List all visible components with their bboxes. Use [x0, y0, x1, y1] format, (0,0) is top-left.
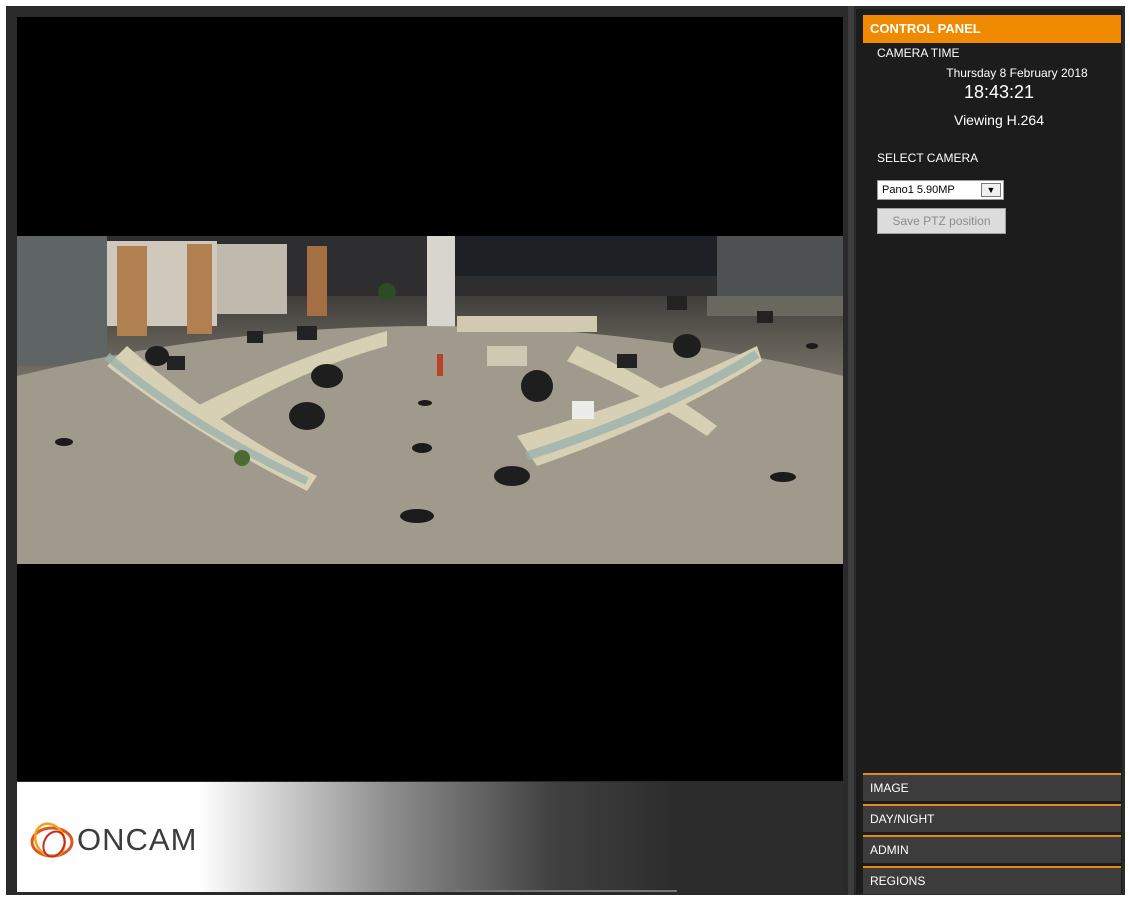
section-regions[interactable]: REGIONS — [863, 866, 1121, 894]
save-ptz-button[interactable]: Save PTZ position — [877, 208, 1006, 234]
panorama-illustration — [17, 236, 843, 564]
section-day-night[interactable]: DAY/NIGHT — [863, 804, 1121, 832]
banner-divider — [447, 890, 677, 892]
camera-select[interactable]: Pano1 5.90MP ▼ — [877, 180, 1004, 200]
select-camera-label: SELECT CAMERA — [877, 151, 979, 165]
camera-time-label: CAMERA TIME — [877, 46, 960, 60]
panel-divider — [848, 6, 854, 895]
section-admin[interactable]: ADMIN — [863, 835, 1121, 863]
panoramic-camera-image[interactable] — [17, 236, 843, 564]
video-viewer[interactable] — [17, 17, 843, 781]
control-panel-header[interactable]: CONTROL PANEL — [863, 15, 1121, 43]
brand-banner: ONCAM — [17, 782, 843, 892]
control-panel: CONTROL PANEL CAMERA TIME Thursday 8 Feb… — [856, 9, 1122, 894]
stream-format: Viewing H.264 — [953, 112, 1045, 128]
section-image[interactable]: IMAGE — [863, 773, 1121, 801]
oncam-logo: ONCAM — [29, 818, 197, 862]
camera-date: Thursday 8 February 2018 — [946, 66, 1088, 80]
chevron-down-icon[interactable]: ▼ — [981, 183, 1001, 197]
camera-clock: 18:43:21 — [963, 82, 1035, 102]
oncam-swirl-icon — [30, 822, 74, 858]
camera-select-value: Pano1 5.90MP — [882, 184, 955, 196]
brand-name: ONCAM — [77, 822, 198, 857]
